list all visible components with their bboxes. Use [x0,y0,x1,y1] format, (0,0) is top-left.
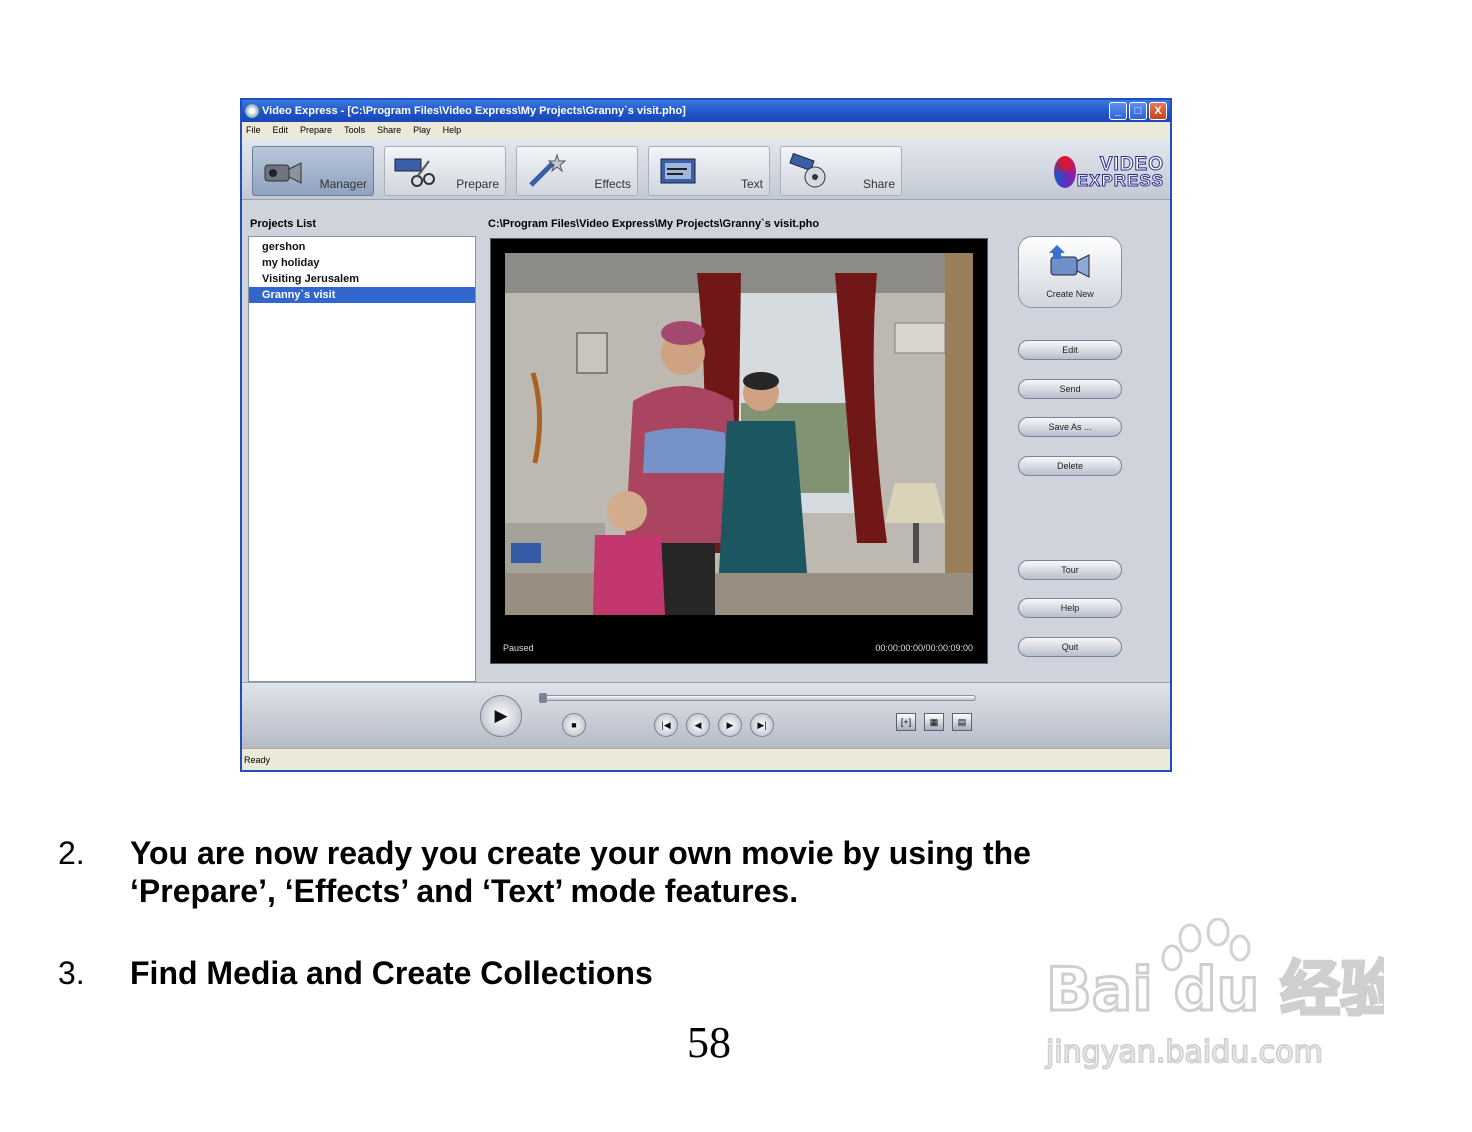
mode-tab-label: Share [862,177,895,191]
step-back-button[interactable]: ◀ [686,713,710,737]
camcorder-icon [264,162,302,184]
step-number: 3. [58,955,85,991]
maximize-button[interactable]: □ [1129,102,1147,120]
quit-button[interactable]: Quit [1018,637,1122,657]
text-film-icon [660,158,696,184]
window-title: Video Express - [C:\Program Files\Video … [262,105,686,117]
menu-help[interactable]: Help [443,122,462,138]
window-title-bar[interactable]: Video Express - [C:\Program Files\Video … [242,100,1170,122]
share-reel-icon [789,153,826,188]
mode-tab-label: Manager [319,177,367,191]
video-player: Paused 00:00:00:00/00:00:09:00 [490,238,988,664]
skip-start-button[interactable]: |◀ [654,713,678,737]
send-button[interactable]: Send [1018,379,1122,399]
mode-tab-effects[interactable]: Effects [516,146,638,196]
project-item[interactable]: my holiday [249,255,475,271]
create-new-label: Create New [1046,289,1094,299]
family-photo-image [505,253,973,615]
player-timecode: 00:00:00:00/00:00:09:00 [875,643,973,653]
edit-button[interactable]: Edit [1018,340,1122,360]
mode-tab-text[interactable]: Text [648,146,770,196]
baidu-watermark: Bai du 经验 jingyan.baidu.com [1044,918,1384,1071]
logo-line2: EXPRESS [1076,171,1164,190]
window-controls: _ □ X [1109,102,1167,120]
mode-tab-label: Effects [594,177,631,191]
view-timeline-button[interactable]: ▤ [952,713,972,731]
watermark-brand: Bai du 经验 [1046,955,1384,1025]
app-screenshot: Video Express - [C:\Program Files\Video … [240,98,1172,772]
mode-tab-label: Text [740,177,763,191]
project-item[interactable]: gershon [249,239,475,255]
menu-prepare[interactable]: Prepare [300,122,332,138]
step-text-line: ‘Prepare’, ‘Effects’ and ‘Text’ mode fea… [130,873,799,909]
play-button[interactable]: ▶ [480,695,522,737]
menu-share[interactable]: Share [377,122,401,138]
logo-swirl [1054,156,1076,188]
save-as-button[interactable]: Save As ... [1018,417,1122,437]
watermark-url: jingyan.baidu.com [1045,1035,1323,1070]
menu-edit[interactable]: Edit [273,122,289,138]
current-project-path: C:\Program Files\Video Express\My Projec… [488,218,820,230]
minimize-button[interactable]: _ [1109,102,1127,120]
video-express-logo: VIDEO EXPRESS [1054,154,1164,190]
magic-wand-icon [529,153,567,187]
menu-tools[interactable]: Tools [344,122,365,138]
projects-list-label: Projects List [250,218,317,230]
tour-button[interactable]: Tour [1018,560,1122,580]
stop-button[interactable]: ■ [562,713,586,737]
seek-slider[interactable] [539,693,976,703]
app-icon [245,104,259,118]
view-fit-button[interactable]: [+] [896,713,916,731]
project-item[interactable]: Visiting Jerusalem [249,271,475,287]
step-number: 2. [58,835,85,871]
seek-handle[interactable] [539,693,547,703]
video-preview-frame[interactable] [505,253,973,615]
mode-tab-label: Prepare [456,177,499,191]
step-text-line: Find Media and Create Collections [130,955,653,991]
view-storyboard-button[interactable]: ▦ [924,713,944,731]
step-text: You are now ready you create your own mo… [130,834,1190,910]
mode-tab-prepare[interactable]: Prepare [384,146,506,196]
step-forward-button[interactable]: ▶ [718,713,742,737]
close-button[interactable]: X [1149,102,1167,120]
step-text-line: You are now ready you create your own mo… [130,835,1031,871]
transport-bar: ▶ ■ |◀ ◀ ▶ ▶| [+] ▦ ▤ [242,682,1170,748]
help-button[interactable]: Help [1018,598,1122,618]
menu-bar: File Edit Prepare Tools Share Play Help [242,122,1170,138]
create-new-button[interactable]: Create New [1018,236,1122,308]
projects-list: gershon my holiday Visiting Jerusalem Gr… [248,236,476,682]
delete-button[interactable]: Delete [1018,456,1122,476]
mode-tab-share[interactable]: Share [780,146,902,196]
mode-tab-manager[interactable]: Manager [252,146,374,196]
step-text: Find Media and Create Collections [130,954,1190,992]
menu-file[interactable]: File [246,122,261,138]
create-new-icon [1049,245,1090,278]
mode-toolbar: Manager Prepare Effects Text Share VIDEO… [242,138,1170,200]
scissors-film-icon [394,158,435,187]
player-status: Paused [503,643,534,653]
status-bar: Ready [242,748,1170,770]
project-item-selected[interactable]: Granny`s visit [249,287,475,303]
menu-play[interactable]: Play [413,122,431,138]
skip-end-button[interactable]: ▶| [750,713,774,737]
